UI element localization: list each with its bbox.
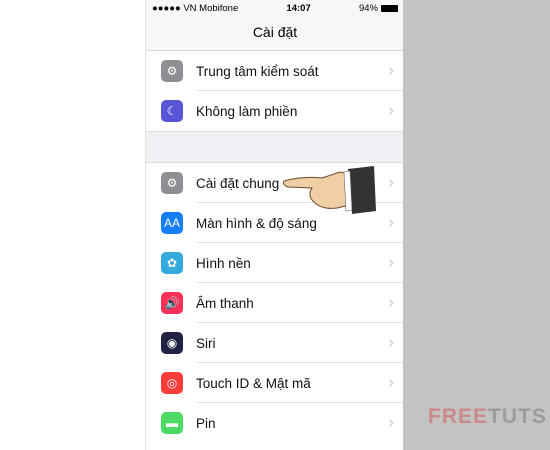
sound-icon: 🔊 xyxy=(161,292,183,314)
gear-icon: ⚙ xyxy=(161,172,183,194)
battery-icon: ▬ xyxy=(161,412,183,434)
battery-icon xyxy=(380,4,398,12)
siri-icon: ◉ xyxy=(161,332,183,354)
settings-screen: ●●●●● VN Mobifone 14:07 94% Cài đặt ⚙ Tru… xyxy=(145,0,404,450)
row-label: Màn hình & độ sáng xyxy=(196,215,317,231)
chevron-right-icon: › xyxy=(388,374,394,391)
battery-status: 94% xyxy=(359,3,398,14)
row-label: Hình nền xyxy=(196,255,251,271)
background-panel xyxy=(403,0,550,450)
fingerprint-icon: ◎ xyxy=(161,372,183,394)
row-label: Siri xyxy=(196,335,216,351)
watermark-free: FREE xyxy=(428,405,489,428)
nav-bar: Cài đặt xyxy=(146,17,404,51)
clock: 14:07 xyxy=(286,3,311,14)
watermark-tuts: TUTS xyxy=(488,405,547,428)
wallpaper-icon: ✿ xyxy=(161,252,183,274)
row-label: Trung tâm kiểm soát xyxy=(196,63,319,79)
settings-row-siri[interactable]: ◉ Siri › xyxy=(146,323,404,363)
moon-icon: ☾ xyxy=(161,100,183,122)
status-bar: ●●●●● VN Mobifone 14:07 94% xyxy=(146,0,404,17)
settings-row-touch-id-m-t-m-[interactable]: ◎ Touch ID & Mật mã › xyxy=(146,363,404,403)
settings-row-h-nh-n-n[interactable]: ✿ Hình nền › xyxy=(146,243,404,283)
row-label: Âm thanh xyxy=(196,295,254,311)
settings-group-1: ⚙ Trung tâm kiểm soát › ☾ Không làm phiền › xyxy=(146,51,404,131)
chevron-right-icon: › xyxy=(388,214,394,231)
settings-row-trung-t-m-ki-m-so-t[interactable]: ⚙ Trung tâm kiểm soát › xyxy=(146,51,404,91)
freetuts-watermark: FREETUTS xyxy=(428,405,547,429)
page-title: Cài đặt xyxy=(252,24,298,40)
row-label: Cài đặt chung xyxy=(196,175,280,191)
chevron-right-icon: › xyxy=(388,414,394,431)
chevron-right-icon: › xyxy=(388,254,394,271)
chevron-right-icon: › xyxy=(388,294,394,311)
control-center-icon: ⚙ xyxy=(161,60,183,82)
group-separator xyxy=(146,131,404,163)
pointing-hand-icon xyxy=(283,166,376,214)
chevron-right-icon: › xyxy=(388,62,394,79)
settings-row--m-thanh[interactable]: 🔊 Âm thanh › xyxy=(146,283,404,323)
display-brightness-icon: AA xyxy=(161,212,183,234)
chevron-right-icon: › xyxy=(388,174,394,191)
row-label: Không làm phiền xyxy=(196,103,298,119)
settings-row-pin[interactable]: ▬ Pin › xyxy=(146,403,404,443)
row-label: Pin xyxy=(196,415,216,431)
settings-row-kh-ng-l-m-phi-n[interactable]: ☾ Không làm phiền › xyxy=(146,91,404,131)
battery-percent: 94% xyxy=(358,3,378,14)
chevron-right-icon: › xyxy=(388,334,394,351)
carrier: ●●●●● VN Mobifone xyxy=(152,3,239,14)
row-label: Touch ID & Mật mã xyxy=(196,375,311,391)
chevron-right-icon: › xyxy=(388,102,394,119)
